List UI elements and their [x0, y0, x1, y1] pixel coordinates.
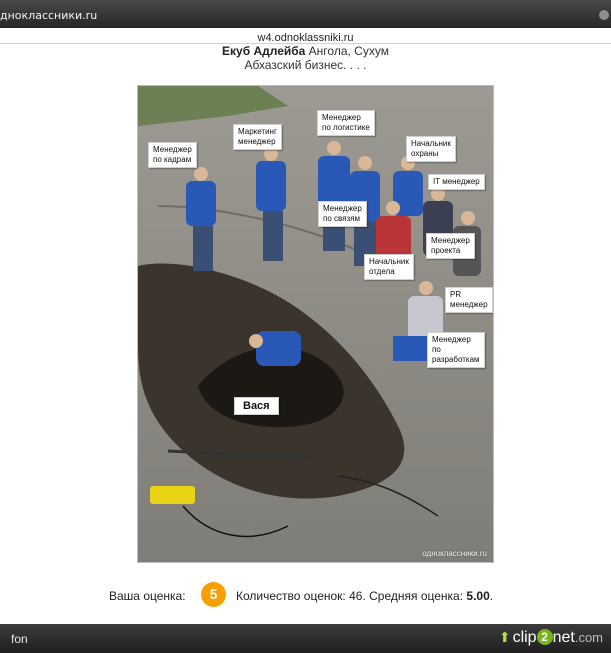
status-bar: fon ⬆ clip 2 net.com — [0, 624, 611, 653]
label-development-manager: Менеджер по разработкам — [427, 332, 485, 368]
photo-frame[interactable]: Менеджер по кадрам Маркетинг менеджер Ме… — [137, 85, 494, 563]
logo-part-clip: clip — [512, 629, 537, 646]
rating-bar: Ваша оценка: 5 Количество оценок: 46. Ср… — [0, 582, 611, 608]
label-relations-manager: Менеджер по связям — [318, 201, 367, 227]
url-text: w4.odnoklassniki.ru — [257, 32, 354, 44]
window-title: дноклассники.ru — [0, 9, 98, 22]
address-bar[interactable]: w4.odnoklassniki.ru — [0, 28, 611, 44]
window-titlebar: дноклассники.ru — [0, 0, 611, 29]
label-it-manager: IT менеджер — [428, 174, 485, 190]
label-vasya: Вася — [234, 397, 279, 415]
rating-stats: Количество оценок: 46. Средняя оценка: 5… — [236, 589, 493, 603]
window-close-icon[interactable] — [598, 9, 610, 21]
watermark-logo: одноклассники.ru — [422, 549, 487, 558]
user-name-link[interactable]: Екуб Адлейба — [222, 44, 305, 58]
label-project-manager: Менеджер проекта — [426, 233, 475, 259]
label-security-chief: Начальник охраны — [406, 136, 456, 162]
logo-part-2: 2 — [536, 629, 553, 645]
rating-end-punct: . — [489, 589, 494, 603]
rating-average-value: 5.00 — [466, 589, 490, 603]
label-department-head: Начальник отдела — [364, 254, 414, 280]
your-rating-badge[interactable]: 5 — [201, 582, 226, 607]
label-hr-manager: Менеджер по кадрам — [148, 142, 197, 168]
label-logistics-manager: Менеджер по логистике — [317, 110, 375, 136]
rating-average-label: . Средняя оценка: — [362, 589, 467, 603]
label-pr-manager: PR менеджер — [445, 287, 493, 313]
logo-part-net: net — [552, 629, 575, 646]
user-location: Ангола, Сухум — [305, 44, 389, 58]
rating-count-label: Количество оценок: — [236, 589, 350, 603]
clip2net-logo[interactable]: ⬆ clip 2 net.com — [499, 629, 603, 649]
upload-arrow-icon: ⬆ — [498, 629, 511, 645]
status-left-text: fon — [11, 632, 28, 646]
label-marketing-manager: Маркетинг менеджер — [233, 124, 282, 150]
photo-caption: Абхазский бизнес. . . . — [244, 58, 367, 72]
logo-domain: .com — [574, 630, 603, 645]
your-rating-label: Ваша оценка: — [109, 589, 186, 603]
post-header: Екуб Адлейба Ангола, Сухум Абхазский биз… — [0, 44, 611, 72]
rating-count-value: 46 — [349, 589, 363, 603]
